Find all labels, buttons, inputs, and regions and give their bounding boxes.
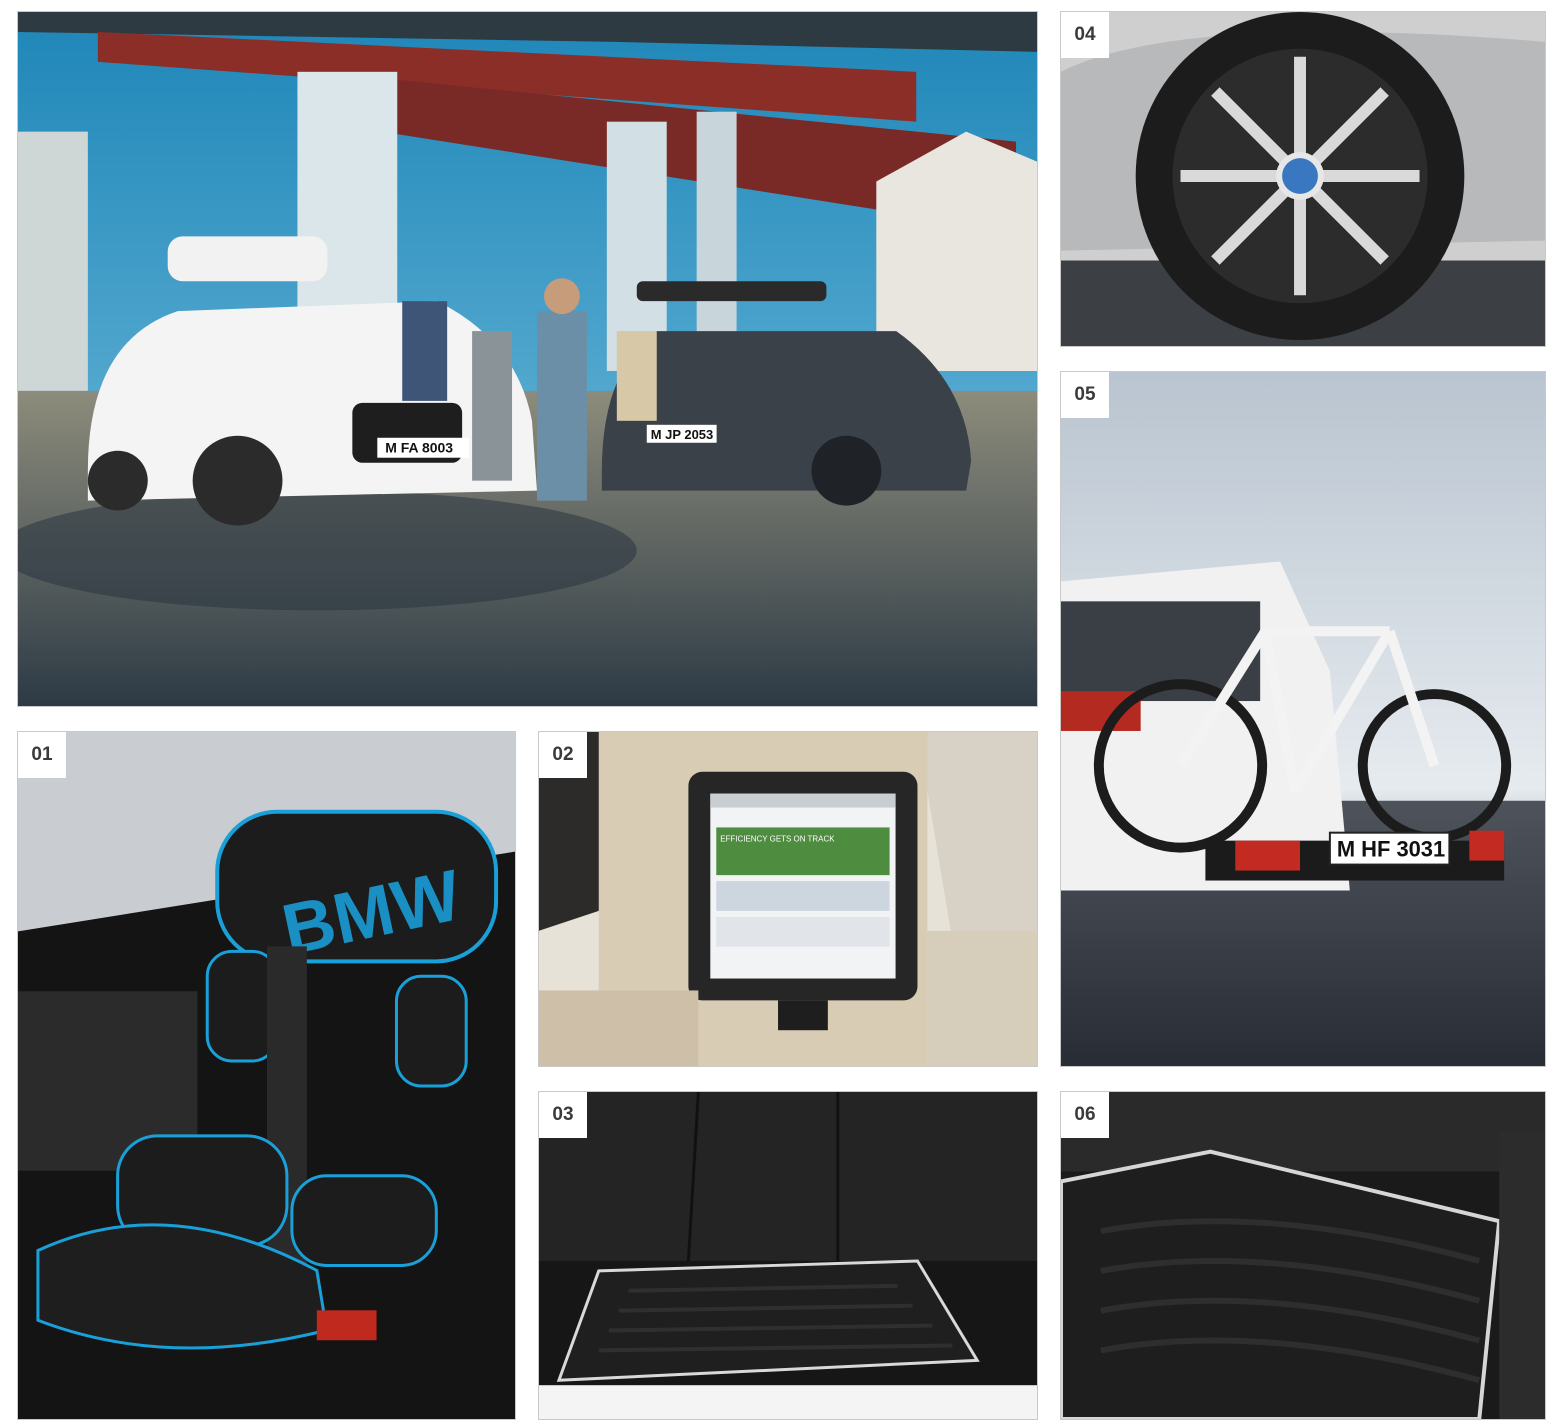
bike-carrier-photo: M HF 3031 05 — [1060, 371, 1546, 1067]
tile-number-02: 02 — [539, 732, 587, 778]
floor-mat-photo: 06 — [1060, 1091, 1546, 1420]
tablet-holder-scene: EFFICIENCY GETS ON TRACK — [539, 732, 1037, 1066]
floor-mat-scene — [1061, 1092, 1545, 1419]
plate-white-car: M FA 8003 — [385, 440, 453, 456]
hero-photo: M FA 8003 M JP 2053 — [17, 11, 1038, 707]
tile-number-04: 04 — [1061, 12, 1109, 58]
tile-number-01: 01 — [18, 732, 66, 778]
bike-plate-text: M HF 3031 — [1337, 837, 1445, 862]
plate-dark-car: M JP 2053 — [651, 427, 713, 442]
wheel-photo: 04 — [1060, 11, 1546, 347]
child-seat-scene: BMW — [18, 732, 515, 1419]
wheel-scene — [1061, 12, 1545, 346]
tablet-holder-photo: EFFICIENCY GETS ON TRACK 02 — [538, 731, 1038, 1067]
trunk-mat-photo: 03 — [538, 1091, 1038, 1420]
hero-scene: M FA 8003 M JP 2053 — [18, 12, 1037, 706]
tile-number-03: 03 — [539, 1092, 587, 1138]
tile-number-06: 06 — [1061, 1092, 1109, 1138]
bike-carrier-scene: M HF 3031 — [1061, 372, 1545, 1066]
tablet-screen-headline: EFFICIENCY GETS ON TRACK — [720, 834, 835, 843]
child-seat-photo: BMW 01 — [17, 731, 516, 1420]
trunk-mat-scene — [539, 1092, 1037, 1419]
tile-number-05: 05 — [1061, 372, 1109, 418]
